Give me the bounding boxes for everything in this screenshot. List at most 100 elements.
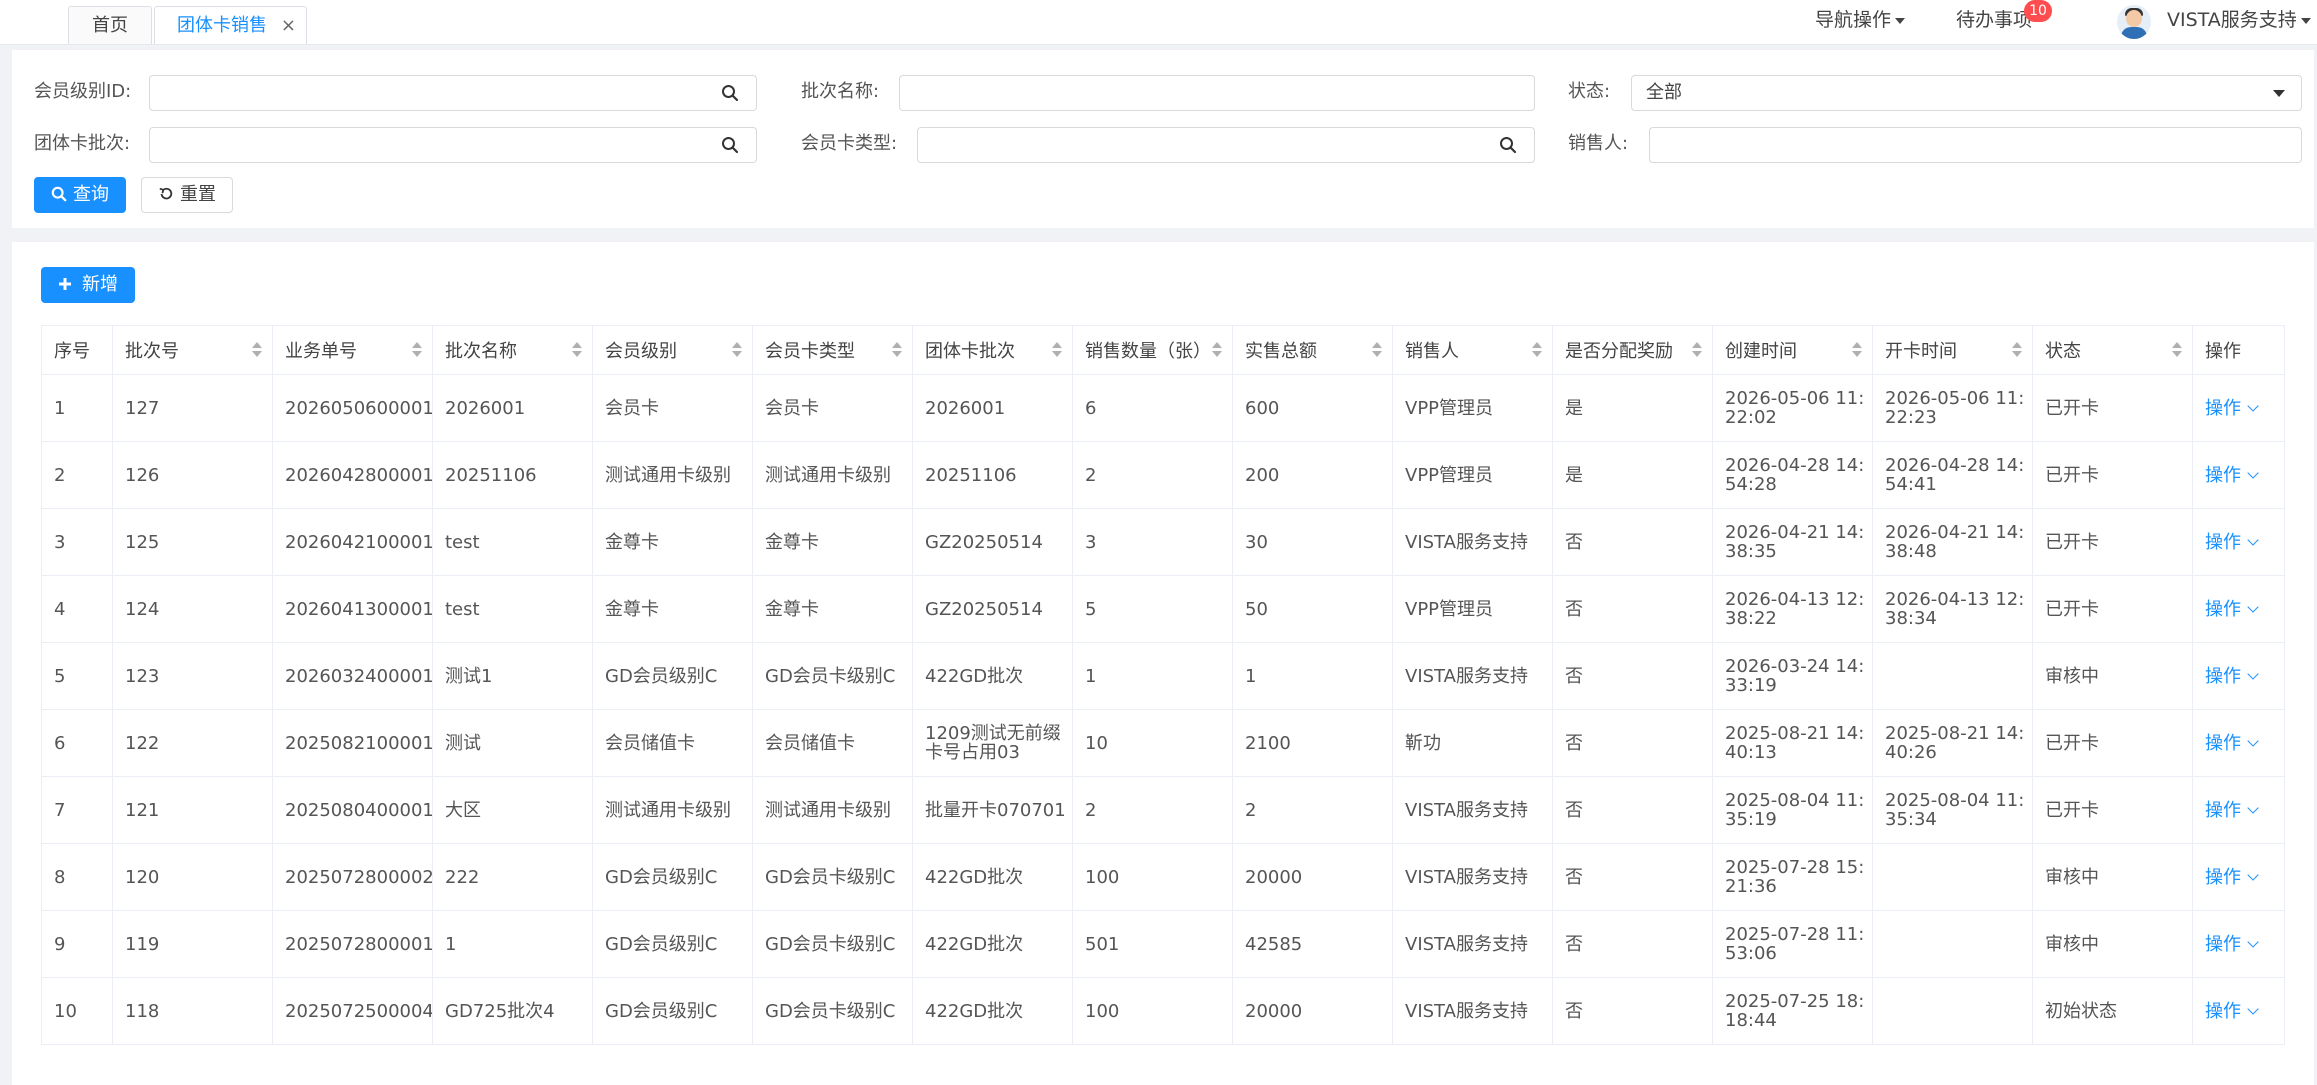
search-icon[interactable] bbox=[1499, 136, 1517, 154]
table-cell: 2025-08-04 11:35:19 bbox=[1712, 776, 1873, 844]
table-cell: 126 bbox=[112, 441, 273, 509]
table-cell: 123 bbox=[112, 642, 273, 710]
tab-group-card-sales[interactable]: 团体卡销售 × bbox=[154, 6, 307, 44]
column-header[interactable]: 是否分配奖励 bbox=[1552, 325, 1713, 375]
table-cell: 2 bbox=[1232, 776, 1393, 844]
column-header[interactable]: 开卡时间 bbox=[1872, 325, 2033, 375]
sort-icon[interactable] bbox=[412, 342, 422, 358]
todo-menu[interactable]: 待办事项 10 bbox=[1956, 0, 2052, 44]
column-header[interactable]: 业务单号 bbox=[272, 325, 433, 375]
row-action-label: 操作 bbox=[2205, 732, 2241, 754]
row-action-dropdown[interactable]: 操作 bbox=[2205, 666, 2259, 687]
column-header[interactable]: 批次号 bbox=[112, 325, 273, 375]
sort-icon[interactable] bbox=[1372, 342, 1382, 358]
table-cell: 501 bbox=[1072, 910, 1233, 978]
table-cell: 1 bbox=[432, 910, 593, 978]
table-cell: 操作 bbox=[2192, 575, 2285, 643]
card-type-input[interactable] bbox=[917, 127, 1535, 163]
column-header[interactable]: 批次名称 bbox=[432, 325, 593, 375]
row-action-dropdown[interactable]: 操作 bbox=[2205, 465, 2259, 486]
table-cell: 已开卡 bbox=[2032, 776, 2193, 844]
sort-icon[interactable] bbox=[2172, 342, 2182, 358]
table-cell: 222 bbox=[432, 843, 593, 911]
sort-icon[interactable] bbox=[1532, 342, 1542, 358]
row-action-dropdown[interactable]: 操作 bbox=[2205, 398, 2259, 419]
row-action-dropdown[interactable]: 操作 bbox=[2205, 1001, 2259, 1022]
table-cell: VISTA服务支持 bbox=[1392, 508, 1553, 576]
table-cell: 2026-05-06 11:22:02 bbox=[1712, 374, 1873, 442]
search-icon[interactable] bbox=[721, 84, 739, 102]
table-cell: 操作 bbox=[2192, 374, 2285, 442]
column-header[interactable]: 销售数量（张） bbox=[1072, 325, 1233, 375]
row-action-dropdown[interactable]: 操作 bbox=[2205, 532, 2259, 553]
table-cell: 2026001 bbox=[432, 374, 593, 442]
table-row: 10 118 2025072500004 GD725批次4 GD会员级别C GD会员卡级别… bbox=[41, 977, 2285, 1045]
member-level-id-input[interactable] bbox=[149, 75, 757, 111]
nav-ops-menu[interactable]: 导航操作 bbox=[1815, 0, 1906, 44]
column-header[interactable]: 会员卡类型 bbox=[752, 325, 913, 375]
caret-down-icon bbox=[2273, 90, 2285, 97]
column-header[interactable]: 团体卡批次 bbox=[912, 325, 1073, 375]
table-cell: 6 bbox=[1072, 374, 1233, 442]
sort-icon[interactable] bbox=[892, 342, 902, 358]
table-cell: VISTA服务支持 bbox=[1392, 910, 1553, 978]
search-icon[interactable] bbox=[721, 136, 739, 154]
table-cell: 否 bbox=[1552, 642, 1713, 710]
table-cell: GD会员卡级别C bbox=[752, 910, 913, 978]
batch-name-input[interactable] bbox=[899, 75, 1535, 111]
sort-icon[interactable] bbox=[1052, 342, 1062, 358]
query-button[interactable]: 查询 bbox=[34, 177, 126, 213]
table-cell: 2026032400001 bbox=[272, 642, 433, 710]
table-cell: VISTA服务支持 bbox=[1392, 642, 1553, 710]
row-action-dropdown[interactable]: 操作 bbox=[2205, 800, 2259, 821]
avatar[interactable] bbox=[2117, 5, 2151, 39]
column-header[interactable]: 创建时间 bbox=[1712, 325, 1873, 375]
column-header[interactable]: 实售总额 bbox=[1232, 325, 1393, 375]
table-cell: 2026-04-13 12:38:22 bbox=[1712, 575, 1873, 643]
row-action-label: 操作 bbox=[2205, 598, 2241, 620]
chevron-down-icon bbox=[2247, 734, 2259, 747]
table-cell: GZ20250514 bbox=[912, 508, 1073, 576]
row-action-dropdown[interactable]: 操作 bbox=[2205, 934, 2259, 955]
status-select[interactable]: 全部 bbox=[1631, 75, 2302, 111]
sort-icon[interactable] bbox=[572, 342, 582, 358]
table-cell: 批量开卡070701 bbox=[912, 776, 1073, 844]
sort-icon[interactable] bbox=[1852, 342, 1862, 358]
add-button[interactable]: 新增 bbox=[41, 267, 135, 303]
group-card-batch-input[interactable] bbox=[149, 127, 757, 163]
row-action-dropdown[interactable]: 操作 bbox=[2205, 867, 2259, 888]
column-header[interactable]: 状态 bbox=[2032, 325, 2193, 375]
user-menu[interactable]: VISTA服务支持 bbox=[2167, 0, 2311, 44]
close-icon[interactable]: × bbox=[281, 7, 296, 45]
seller-input[interactable] bbox=[1649, 127, 2302, 163]
chevron-down-icon bbox=[2247, 667, 2259, 680]
table-cell: 119 bbox=[112, 910, 273, 978]
table-cell: 否 bbox=[1552, 977, 1713, 1045]
tab-home[interactable]: 首页 bbox=[68, 6, 152, 44]
table-cell: 操作 bbox=[2192, 843, 2285, 911]
reset-button[interactable]: 重置 bbox=[141, 177, 233, 213]
table-cell bbox=[1872, 910, 2033, 978]
column-header-label: 团体卡批次 bbox=[925, 341, 1015, 362]
column-header[interactable]: 销售人 bbox=[1392, 325, 1553, 375]
table-cell: GD会员卡级别C bbox=[752, 843, 913, 911]
todo-count-badge: 10 bbox=[2024, 0, 2052, 22]
table-cell: 金尊卡 bbox=[752, 508, 913, 576]
table-cell: 3 bbox=[1072, 508, 1233, 576]
caret-down-icon bbox=[1895, 17, 1906, 24]
table-row: 2 126 2026042800001 20251106 测试通用卡级别 测试通用卡级别 2… bbox=[41, 441, 2285, 509]
sort-icon[interactable] bbox=[732, 342, 742, 358]
sort-icon[interactable] bbox=[252, 342, 262, 358]
sort-icon[interactable] bbox=[2012, 342, 2022, 358]
row-action-dropdown[interactable]: 操作 bbox=[2205, 732, 2259, 754]
table-cell: test bbox=[432, 575, 593, 643]
sort-icon[interactable] bbox=[1692, 342, 1702, 358]
table-cell: GD会员级别C bbox=[592, 910, 753, 978]
table-cell: GD会员卡级别C bbox=[752, 642, 913, 710]
column-header-label: 操作 bbox=[2205, 341, 2241, 362]
column-header[interactable]: 会员级别 bbox=[592, 325, 753, 375]
row-action-dropdown[interactable]: 操作 bbox=[2205, 598, 2259, 620]
sort-icon[interactable] bbox=[1212, 342, 1222, 358]
nav-ops-label: 导航操作 bbox=[1815, 9, 1892, 31]
table-cell: GD725批次4 bbox=[432, 977, 593, 1045]
